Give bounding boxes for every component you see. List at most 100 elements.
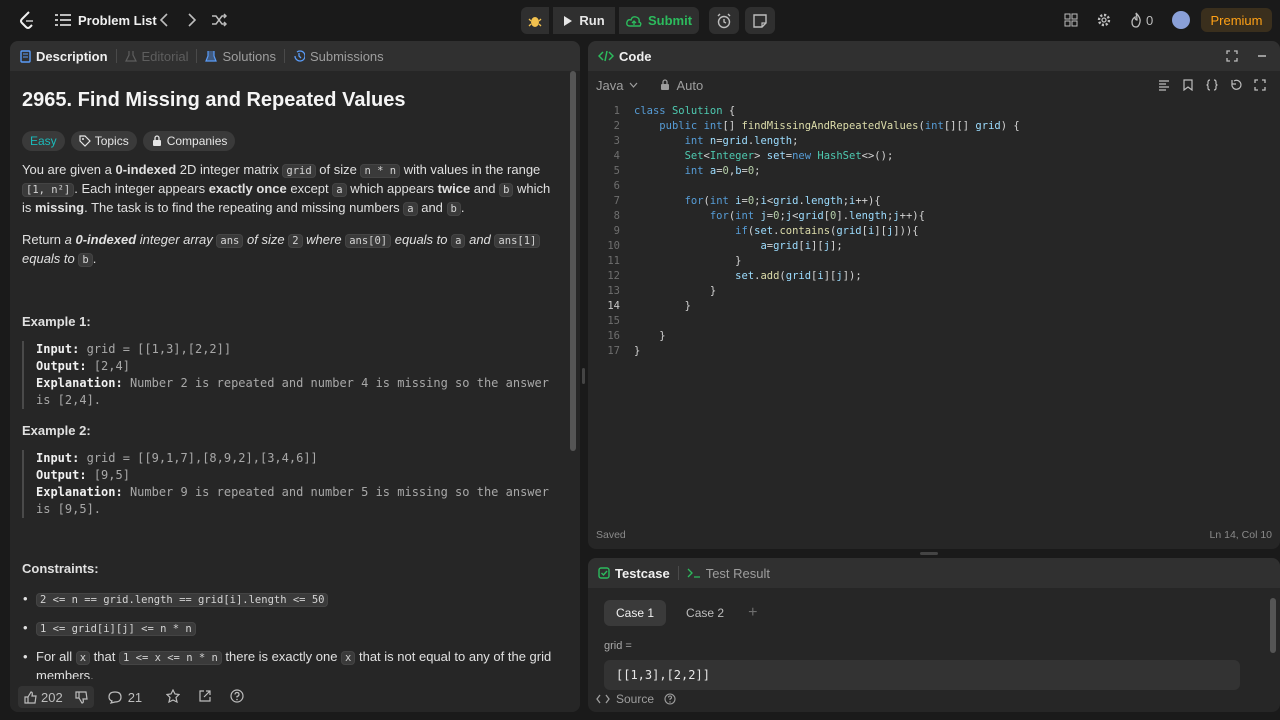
star-icon[interactable] [165, 688, 181, 706]
problem-description: 2965. Find Missing and Repeated Values E… [22, 81, 562, 679]
reset-icon[interactable] [1230, 79, 1242, 91]
code-line: for(int j=0;j<grid[0].length;j++){ [709, 210, 925, 222]
code-title: Code [598, 49, 652, 64]
checkbox-icon [598, 567, 610, 579]
tab-solutions[interactable]: Solutions [205, 49, 276, 64]
example-2-output: [9,5] [93, 468, 130, 482]
tab-divider [283, 49, 285, 63]
companies-button[interactable]: Companies [142, 131, 236, 151]
tab-description[interactable]: Description [20, 49, 108, 64]
maximize-icon[interactable] [1226, 50, 1238, 62]
code-icon [596, 694, 610, 704]
lock-icon [152, 135, 161, 146]
braces-icon[interactable] [1206, 79, 1218, 91]
example-2-explanation-label: Explanation: [36, 485, 123, 499]
play-icon [564, 15, 573, 26]
submit-label: Submit [647, 13, 693, 28]
fullscreen-icon[interactable] [1254, 79, 1266, 91]
code-line: } [634, 345, 641, 357]
list-icon[interactable] [54, 8, 72, 32]
layout-icon[interactable] [1064, 8, 1080, 32]
run-submit-group: Run Submit [521, 7, 775, 34]
example-1-input: grid = [[1,3],[2,2]] [86, 342, 232, 356]
topics-button[interactable]: Topics [70, 131, 137, 151]
note-icon [753, 13, 767, 28]
tab-testcase-label: Testcase [615, 565, 670, 581]
example-1-output: [2,4] [93, 359, 130, 373]
code-line: Set<Integer> set=new HashSet<>(); [684, 150, 894, 162]
source-label[interactable]: Source [616, 692, 654, 706]
add-case-icon[interactable]: + [748, 604, 757, 622]
save-status: Saved [596, 529, 626, 541]
thumbs-up-icon [24, 690, 37, 704]
vertical-resize-handle[interactable] [582, 368, 585, 384]
settings-gear-icon[interactable] [1096, 8, 1114, 32]
alarm-clock-icon [717, 13, 731, 28]
description-footer: 202 21 [10, 682, 580, 712]
code-editor[interactable]: 1 2 3 4 5 6 7 8 9 10 11 12 13 14 15 16 1… [588, 103, 1280, 523]
leetcode-logo[interactable] [16, 8, 38, 32]
example-2-heading: Example 2: [22, 423, 91, 438]
prev-problem-icon[interactable] [156, 8, 172, 32]
cursor-position: Ln 14, Col 10 [1209, 529, 1272, 541]
run-button[interactable]: Run [553, 7, 615, 34]
cloud-upload-icon [626, 15, 642, 27]
format-icon[interactable] [1158, 79, 1170, 91]
example-2-box: Input: grid = [[9,1,7],[8,9,2],[3,4,6]] … [22, 450, 562, 518]
like-button[interactable]: 202 [18, 686, 94, 708]
autocomplete-mode[interactable]: Auto [660, 78, 703, 93]
description-tabs: Description Editorial Solutions Submissi… [10, 41, 580, 71]
tab-divider [677, 566, 679, 580]
bookmark-icon[interactable] [1182, 79, 1194, 91]
like-count: 202 [41, 689, 63, 705]
streak-count: 0 [1146, 12, 1154, 28]
top-nav: Problem List Run Submit 0 Premium [0, 0, 1280, 40]
share-icon[interactable] [198, 689, 212, 706]
tab-submissions[interactable]: Submissions [293, 49, 384, 64]
help-icon[interactable] [230, 688, 244, 706]
code-header: Code [588, 41, 1280, 71]
tag-icon [79, 135, 91, 147]
example-1-output-label: Output: [36, 359, 87, 373]
user-avatar[interactable] [1172, 11, 1190, 29]
submit-button[interactable]: Submit [619, 7, 699, 34]
timer-button[interactable] [709, 7, 739, 34]
flame-icon [1131, 12, 1141, 28]
comments-button[interactable]: 21 [108, 690, 142, 705]
code-line: if(set.contains(grid[i][j])){ [735, 225, 919, 237]
code-title-label: Code [619, 48, 652, 64]
debug-button[interactable] [521, 7, 549, 34]
tab-editorial[interactable]: Editorial [124, 49, 188, 64]
tab-testcase[interactable]: Testcase [598, 566, 670, 581]
description-scrollbar[interactable] [570, 71, 576, 451]
tab-test-result[interactable]: Test Result [687, 566, 770, 581]
constraint-item: For all x that 1 <= x <= n * n there is … [23, 648, 562, 679]
example-1-box: Input: grid = [[1,3],[2,2]] Output: [2,4… [22, 341, 562, 409]
minimize-icon[interactable] [1256, 50, 1268, 62]
code-line: int n=grid.length; [684, 135, 799, 147]
problem-tags: Easy Topics Companies [22, 131, 562, 151]
line-number: 14 [607, 300, 620, 312]
thumbs-down-icon[interactable] [75, 690, 88, 704]
tab-submissions-label: Submissions [309, 48, 384, 64]
code-line: } [634, 300, 691, 312]
next-problem-icon[interactable] [184, 8, 200, 32]
shuffle-icon[interactable] [210, 8, 228, 32]
help-icon[interactable] [664, 693, 676, 705]
case-1-tab[interactable]: Case 1 [604, 600, 667, 626]
notes-button[interactable] [745, 7, 775, 34]
line-number: 2 [613, 120, 620, 132]
horizontal-resize-handle[interactable] [920, 552, 938, 555]
problem-list-link[interactable]: Problem List [78, 8, 157, 32]
line-number: 12 [607, 270, 620, 282]
streak-counter[interactable]: 0 [1130, 8, 1153, 32]
premium-button[interactable]: Premium [1201, 8, 1272, 32]
line-number: 6 [613, 180, 620, 192]
case-2-tab[interactable]: Case 2 [674, 600, 736, 626]
language-selector[interactable]: Java [596, 78, 638, 93]
line-number: 7 [613, 195, 620, 207]
testcase-input[interactable]: [[1,3],[2,2]] [604, 660, 1240, 690]
testcase-scrollbar[interactable] [1270, 598, 1276, 653]
language-label: Java [596, 77, 624, 93]
example-2-output-label: Output: [36, 468, 87, 482]
